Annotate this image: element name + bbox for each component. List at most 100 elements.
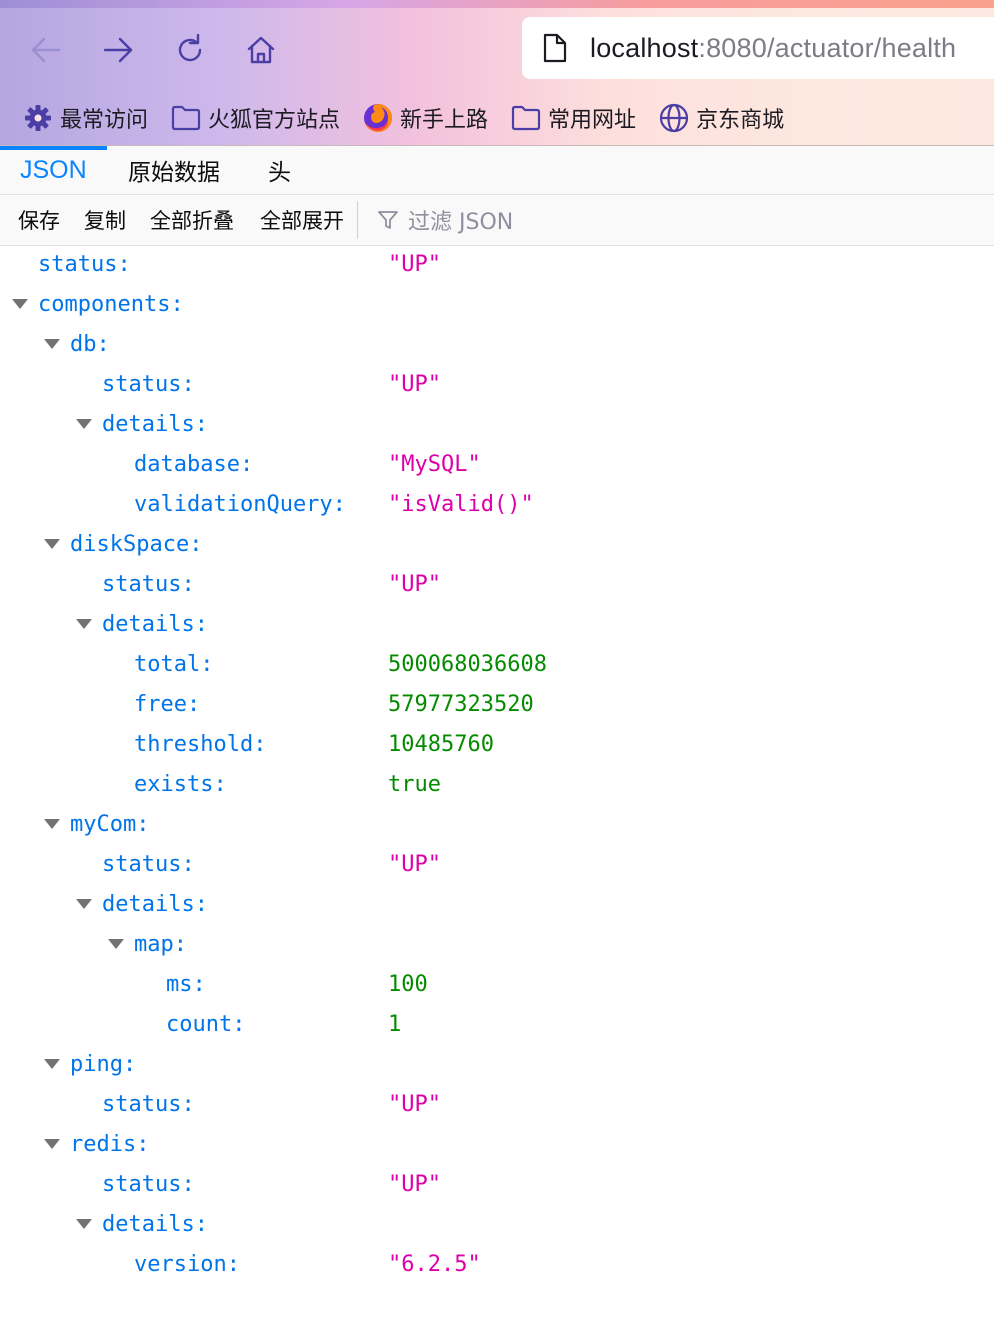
json-tree-row[interactable]: details: bbox=[0, 1206, 994, 1246]
json-key: validationQuery: bbox=[134, 492, 346, 517]
tab-strip-edge bbox=[0, 0, 994, 8]
globe-icon bbox=[658, 102, 690, 134]
json-key: free: bbox=[134, 692, 201, 717]
url-path: :8080/actuator/health bbox=[698, 32, 957, 63]
json-toolbar: 保存 复制 全部折叠 全部展开 过滤 JSON bbox=[0, 195, 994, 246]
json-value: "UP" bbox=[388, 1092, 441, 1117]
expand-toggle-icon[interactable] bbox=[76, 899, 92, 909]
json-tree-row: total: 500068036608 bbox=[0, 646, 994, 686]
json-tree-row[interactable]: myCom: bbox=[0, 806, 994, 846]
json-key: status: bbox=[38, 252, 131, 277]
json-value: "UP" bbox=[388, 252, 441, 277]
json-tree-row[interactable]: components: bbox=[0, 286, 994, 326]
forward-arrow-icon bbox=[103, 37, 133, 63]
json-key: status: bbox=[102, 572, 195, 597]
copy-label: 复制 bbox=[84, 209, 126, 233]
json-tree-row[interactable]: details: bbox=[0, 886, 994, 926]
copy-button[interactable]: 复制 bbox=[84, 205, 126, 235]
bookmark-firefox-official[interactable]: 火狐官方站点 bbox=[170, 98, 340, 138]
url-bar[interactable]: localhost:8080/actuator/health bbox=[522, 17, 994, 79]
json-value: "isValid()" bbox=[388, 492, 534, 517]
bookmarks-toolbar: 最常访问 火狐官方站点 新手上路 常用网址 京东商城 bbox=[0, 96, 994, 140]
json-key: redis: bbox=[70, 1132, 150, 1157]
json-tree-row: count: 1 bbox=[0, 1006, 994, 1046]
forward-button[interactable] bbox=[96, 28, 140, 72]
filter-placeholder: 过滤 JSON bbox=[408, 210, 514, 235]
json-key: details: bbox=[102, 1212, 208, 1237]
json-tree-row: status: "UP" bbox=[0, 566, 994, 606]
url-host: localhost bbox=[590, 32, 699, 63]
back-button[interactable] bbox=[24, 28, 68, 72]
bookmark-getting-started[interactable]: 新手上路 bbox=[362, 98, 488, 138]
expand-toggle-icon[interactable] bbox=[44, 339, 60, 349]
expand-toggle-icon[interactable] bbox=[44, 1139, 60, 1149]
json-key: map: bbox=[134, 932, 187, 957]
bookmark-most-visited[interactable]: 最常访问 bbox=[22, 98, 148, 138]
json-tree-row[interactable]: redis: bbox=[0, 1126, 994, 1166]
tab-json[interactable]: JSON bbox=[20, 146, 87, 194]
json-tree-row: status: "UP" bbox=[0, 366, 994, 406]
json-viewer-tabs: JSON 原始数据 头 bbox=[0, 146, 994, 195]
expand-toggle-icon[interactable] bbox=[44, 539, 60, 549]
json-key: status: bbox=[102, 852, 195, 877]
json-value: "UP" bbox=[388, 1172, 441, 1197]
bookmark-jd-mall[interactable]: 京东商城 bbox=[658, 98, 784, 138]
folder-icon bbox=[510, 102, 542, 134]
collapse-all-button[interactable]: 全部折叠 bbox=[150, 205, 234, 235]
firefox-icon bbox=[362, 102, 394, 134]
filter-json-input[interactable]: 过滤 JSON bbox=[370, 201, 770, 239]
json-key: details: bbox=[102, 612, 208, 637]
json-key: myCom: bbox=[70, 812, 150, 837]
json-tree-row[interactable]: diskSpace: bbox=[0, 526, 994, 566]
back-arrow-icon bbox=[31, 37, 61, 63]
json-key: status: bbox=[102, 1172, 195, 1197]
bookmark-label: 新手上路 bbox=[400, 108, 489, 133]
expand-toggle-icon[interactable] bbox=[12, 299, 28, 309]
json-tree-row[interactable]: details: bbox=[0, 406, 994, 446]
json-key: exists: bbox=[134, 772, 227, 797]
expand-toggle-icon[interactable] bbox=[76, 419, 92, 429]
page-icon bbox=[543, 33, 567, 63]
expand-toggle-icon[interactable] bbox=[44, 819, 60, 829]
json-key: ms: bbox=[166, 972, 206, 997]
json-tree-row[interactable]: details: bbox=[0, 606, 994, 646]
tab-headers[interactable]: 头 bbox=[268, 146, 291, 194]
save-label: 保存 bbox=[18, 209, 60, 233]
json-tree-row: free: 57977323520 bbox=[0, 686, 994, 726]
json-key: details: bbox=[102, 412, 208, 437]
expand-toggle-icon[interactable] bbox=[76, 1219, 92, 1229]
bookmark-label: 常用网址 bbox=[548, 108, 637, 133]
expand-toggle-icon[interactable] bbox=[44, 1059, 60, 1069]
json-value: 10485760 bbox=[388, 732, 494, 757]
json-tree-row[interactable]: map: bbox=[0, 926, 994, 966]
home-button[interactable] bbox=[239, 28, 283, 72]
json-tree-row[interactable]: db: bbox=[0, 326, 994, 366]
json-tree-row: ms: 100 bbox=[0, 966, 994, 1006]
json-value: "UP" bbox=[388, 572, 441, 597]
tab-label: 原始数据 bbox=[128, 160, 220, 186]
json-value: 57977323520 bbox=[388, 692, 534, 717]
tab-raw-data[interactable]: 原始数据 bbox=[128, 146, 220, 194]
reload-button[interactable] bbox=[168, 28, 212, 72]
json-tree-row[interactable]: ping: bbox=[0, 1046, 994, 1086]
json-key: database: bbox=[134, 452, 254, 477]
json-tree-row: threshold: 10485760 bbox=[0, 726, 994, 766]
expand-all-button[interactable]: 全部展开 bbox=[260, 205, 344, 235]
toolbar-divider bbox=[357, 201, 358, 239]
json-key: total: bbox=[134, 652, 214, 677]
bookmark-common-sites[interactable]: 常用网址 bbox=[510, 98, 636, 138]
json-key: threshold: bbox=[134, 732, 267, 757]
bookmark-label: 火狐官方站点 bbox=[208, 108, 341, 133]
json-value: "UP" bbox=[388, 372, 441, 397]
expand-toggle-icon[interactable] bbox=[108, 939, 124, 949]
browser-chrome: localhost:8080/actuator/health 最常访问 火狐官方… bbox=[0, 0, 994, 146]
expand-toggle-icon[interactable] bbox=[76, 619, 92, 629]
json-tree-row: version: "6.2.5" bbox=[0, 1246, 994, 1286]
save-button[interactable]: 保存 bbox=[18, 205, 60, 235]
bookmark-label: 最常访问 bbox=[60, 108, 149, 133]
json-key: version: bbox=[134, 1252, 240, 1277]
json-key: db: bbox=[70, 332, 110, 357]
folder-icon bbox=[170, 102, 202, 134]
tab-label: JSON bbox=[20, 155, 87, 184]
json-tree-row: status: "UP" bbox=[0, 1166, 994, 1206]
